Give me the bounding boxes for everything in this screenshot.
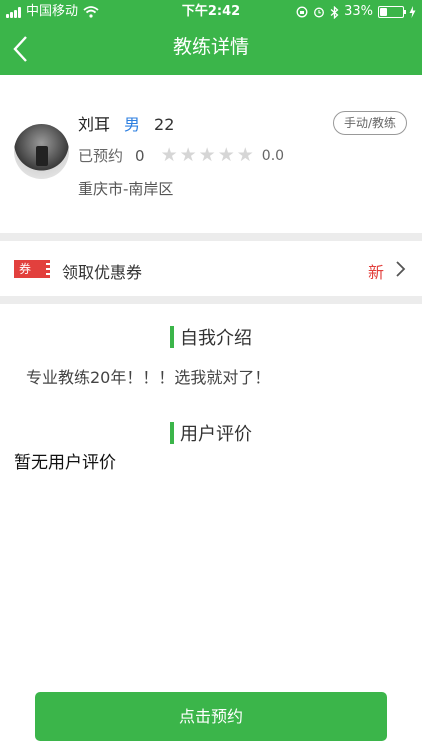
page-title: 教练详情 — [172, 36, 249, 58]
reviews-title: 用户评价 — [180, 424, 252, 445]
app-header: 中国移动 下午2:42 33% 教练详情 — [0, 0, 422, 75]
book-button[interactable]: 点击预约 — [35, 692, 387, 741]
new-badge: 新 — [367, 263, 384, 282]
star-icon: ★ — [179, 144, 197, 166]
star-icon: ★ — [160, 144, 178, 166]
charging-icon — [409, 6, 416, 18]
section-divider — [0, 233, 422, 241]
battery-level — [380, 8, 387, 16]
chevron-right-icon — [396, 261, 406, 277]
intro-text: 专业教练20年！！！选我就对了！ — [26, 368, 271, 387]
avatar[interactable] — [14, 124, 69, 179]
title-accent-bar — [170, 422, 174, 444]
coupon-label: 领取优惠券 — [62, 263, 143, 282]
rating-value: 0.0 — [261, 147, 285, 164]
battery-icon — [378, 6, 406, 18]
booked-label: 已预约 — [78, 147, 124, 165]
star-icon: ★ — [198, 144, 216, 166]
coach-gender: 男 — [124, 115, 141, 134]
reviews-section-title: 用户评价 — [0, 420, 422, 446]
coach-age: 22 — [154, 115, 175, 134]
coach-name-row: 刘耳 男 22 — [78, 111, 174, 135]
booked-count: 0 — [135, 146, 145, 165]
alarm-icon — [314, 7, 325, 18]
intro-section-title: 自我介绍 — [0, 324, 422, 350]
star-rating: ★ ★ ★ ★ ★ — [161, 146, 254, 165]
coach-name: 刘耳 — [78, 115, 111, 134]
star-icon: ★ — [236, 144, 254, 166]
status-right: 33% — [296, 0, 416, 24]
coupon-row[interactable]: 券 领取优惠券 新 — [0, 242, 422, 296]
no-reviews-text: 暂无用户评价 — [14, 453, 116, 473]
title-accent-bar — [170, 326, 174, 348]
section-divider — [0, 296, 422, 304]
status-bar: 中国移动 下午2:42 33% — [0, 0, 422, 24]
intro-title: 自我介绍 — [180, 328, 252, 349]
bluetooth-icon — [330, 5, 339, 19]
battery-percent: 33% — [344, 4, 373, 19]
booking-stats-row: 已预约 0 ★ ★ ★ ★ ★ 0.0 — [78, 145, 284, 166]
star-icon: ★ — [217, 144, 235, 166]
orientation-lock-icon — [296, 6, 308, 18]
coach-profile-card: 刘耳 男 22 手动/教练 已预约 0 ★ ★ ★ ★ ★ 0.0 重庆市-南岸区 — [0, 75, 422, 233]
coach-type-tag: 手动/教练 — [332, 111, 407, 135]
coach-location: 重庆市-南岸区 — [78, 180, 174, 198]
coupon-icon: 券 — [14, 260, 50, 278]
nav-bar: 教练详情 — [0, 24, 422, 75]
